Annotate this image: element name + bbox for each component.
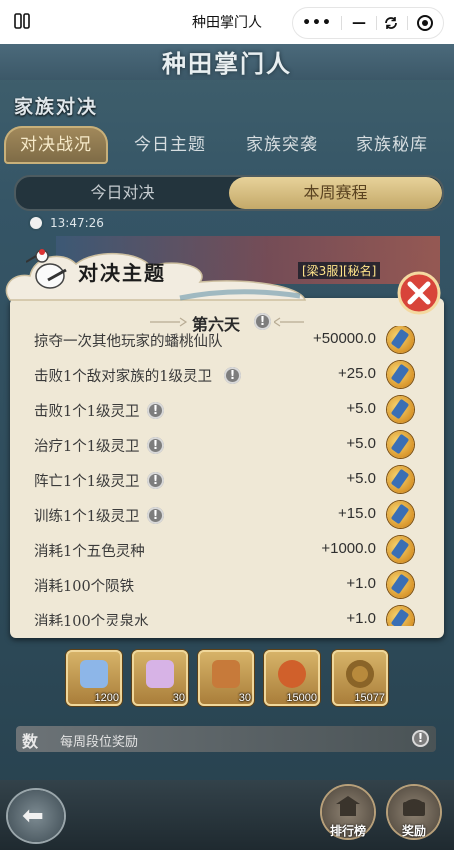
subtab-today-battle[interactable]: 今日对决 bbox=[16, 177, 229, 209]
page-title: 家族对决 bbox=[14, 96, 99, 118]
pagoda-icon bbox=[336, 796, 360, 816]
rule-label: 击败1个敌对家族的1级灵卫 bbox=[34, 369, 212, 385]
capsule-menu: ••• — bbox=[292, 7, 444, 39]
tab-today-theme[interactable]: 今日主题 bbox=[120, 126, 220, 164]
wechat-topbar: 种田掌门人 ••• — bbox=[0, 0, 454, 44]
bottom-bar bbox=[0, 780, 454, 850]
rank-button[interactable]: 排行榜 bbox=[322, 786, 374, 838]
list-item: 击败1个敌对家族的1级灵卫 ! +25.0 bbox=[10, 357, 444, 392]
crystal-icon bbox=[80, 660, 108, 688]
list-item: 消耗100个灵泉水 +1.0 bbox=[10, 602, 444, 626]
item-count: 30 bbox=[238, 692, 251, 704]
reward-item[interactable]: 30 bbox=[198, 650, 254, 706]
rule-label: 消耗1个五色灵种 bbox=[34, 544, 145, 560]
point-coin-icon bbox=[387, 431, 414, 458]
rule-value: +5.0 bbox=[346, 470, 376, 487]
enemy-family-name: [梁3服][秘名] bbox=[298, 262, 381, 279]
item-count: 15000 bbox=[286, 692, 317, 704]
point-coin-icon bbox=[387, 466, 414, 493]
point-coin-icon bbox=[387, 501, 414, 528]
info-icon[interactable]: ! bbox=[147, 472, 164, 489]
tab-family-raid[interactable]: 家族突袭 bbox=[232, 126, 332, 164]
list-item: 掠夺一次其他玩家的蟠桃仙队 +50000.0 bbox=[10, 326, 444, 357]
tab-battle-status[interactable]: 对决战况 bbox=[4, 126, 108, 164]
weekly-reward-label: 每周段位奖励 bbox=[60, 735, 139, 750]
rule-label: 消耗100个陨铁 bbox=[34, 579, 135, 595]
item-count: 15077 bbox=[354, 692, 385, 704]
refresh-icon[interactable] bbox=[383, 15, 399, 31]
list-item: 击败1个1级灵卫 ! +5.0 bbox=[10, 392, 444, 427]
info-icon[interactable]: ! bbox=[147, 507, 164, 524]
list-item: 训练1个1级灵卫 ! +15.0 bbox=[10, 497, 444, 532]
rule-value: +5.0 bbox=[346, 400, 376, 417]
fairy-icon bbox=[146, 660, 174, 688]
rank-label: 排行榜 bbox=[329, 824, 366, 838]
main-tabs: 对决战况 今日主题 家族突袭 家族秘库 bbox=[0, 126, 454, 164]
subtab-weekly-schedule[interactable]: 本周赛程 bbox=[229, 177, 442, 209]
more-button[interactable]: ••• bbox=[293, 8, 341, 38]
list-item: 治疗1个1级灵卫 ! +5.0 bbox=[10, 427, 444, 462]
rule-value: +50000.0 bbox=[313, 330, 376, 347]
list-item: 消耗100个陨铁 +1.0 bbox=[10, 567, 444, 602]
rule-label: 阵亡1个1级灵卫 bbox=[34, 474, 140, 490]
rule-label: 掠夺一次其他玩家的蟠桃仙队 bbox=[34, 334, 223, 350]
rule-label: 消耗100个灵泉水 bbox=[34, 614, 149, 626]
item-count: 1200 bbox=[94, 692, 119, 704]
point-coin-icon bbox=[387, 571, 414, 598]
rule-value: +1.0 bbox=[346, 575, 376, 592]
point-coin-icon bbox=[387, 606, 414, 626]
crane-icon bbox=[26, 249, 67, 289]
point-coin-icon bbox=[387, 536, 414, 563]
point-coin-icon bbox=[387, 326, 414, 353]
weekly-reward-bar: 数 每周段位奖励 ! bbox=[16, 726, 436, 752]
reward-button[interactable]: 奖励 bbox=[388, 786, 440, 838]
capsule-divider bbox=[407, 16, 408, 30]
rule-value: +25.0 bbox=[338, 365, 376, 382]
reward-item[interactable]: 15000 bbox=[264, 650, 320, 706]
modal-title: 对决主题 bbox=[78, 261, 166, 285]
info-icon[interactable]: ! bbox=[412, 730, 429, 747]
coin-icon bbox=[346, 660, 374, 688]
info-icon[interactable]: ! bbox=[147, 402, 164, 419]
score-rule-list: 掠夺一次其他玩家的蟠桃仙队 +50000.0 击败1个敌对家族的1级灵卫 ! +… bbox=[10, 326, 444, 626]
weekly-badge: 数 bbox=[22, 732, 39, 751]
info-icon[interactable]: ! bbox=[224, 367, 241, 384]
reward-items: 1200 30 30 15000 15077 bbox=[64, 650, 394, 708]
rule-value: +15.0 bbox=[338, 505, 376, 522]
capsule-divider bbox=[376, 16, 377, 30]
reward-item[interactable]: 30 bbox=[132, 650, 188, 706]
rule-value: +1000.0 bbox=[321, 540, 376, 557]
timer-text: 13:47:26 bbox=[50, 216, 104, 230]
clock-icon bbox=[28, 215, 44, 231]
rule-label: 训练1个1级灵卫 bbox=[34, 509, 140, 525]
subtab-switch: 今日对决 本周赛程 bbox=[14, 175, 444, 211]
back-button[interactable]: ⬅ bbox=[8, 790, 64, 842]
reward-item[interactable]: 1200 bbox=[66, 650, 122, 706]
rule-value: +5.0 bbox=[346, 435, 376, 452]
chest-icon bbox=[403, 799, 425, 816]
close-miniprogram-icon[interactable] bbox=[416, 14, 434, 32]
reward-item[interactable]: 15077 bbox=[332, 650, 388, 706]
tab-family-vault[interactable]: 家族秘库 bbox=[342, 126, 442, 164]
countdown-timer: 13:47:26 bbox=[28, 213, 138, 235]
rule-value: +1.0 bbox=[346, 610, 376, 626]
orb-icon bbox=[278, 660, 306, 688]
list-item: 消耗1个五色灵种 +1000.0 bbox=[10, 532, 444, 567]
scroll-icon bbox=[212, 660, 240, 688]
close-icon[interactable] bbox=[396, 270, 442, 316]
back-arrow-icon: ⬅ bbox=[22, 801, 44, 831]
info-icon[interactable]: ! bbox=[147, 437, 164, 454]
reward-label: 奖励 bbox=[401, 824, 426, 838]
rule-label: 治疗1个1级灵卫 bbox=[34, 439, 140, 455]
game-logo: 种田掌门人 bbox=[162, 49, 292, 78]
minimize-button[interactable]: — bbox=[342, 8, 376, 38]
list-item: 阵亡1个1级灵卫 ! +5.0 bbox=[10, 462, 444, 497]
rule-label: 击败1个1级灵卫 bbox=[34, 404, 140, 420]
point-coin-icon bbox=[387, 396, 414, 423]
item-count: 30 bbox=[172, 692, 185, 704]
point-coin-icon bbox=[387, 361, 414, 388]
